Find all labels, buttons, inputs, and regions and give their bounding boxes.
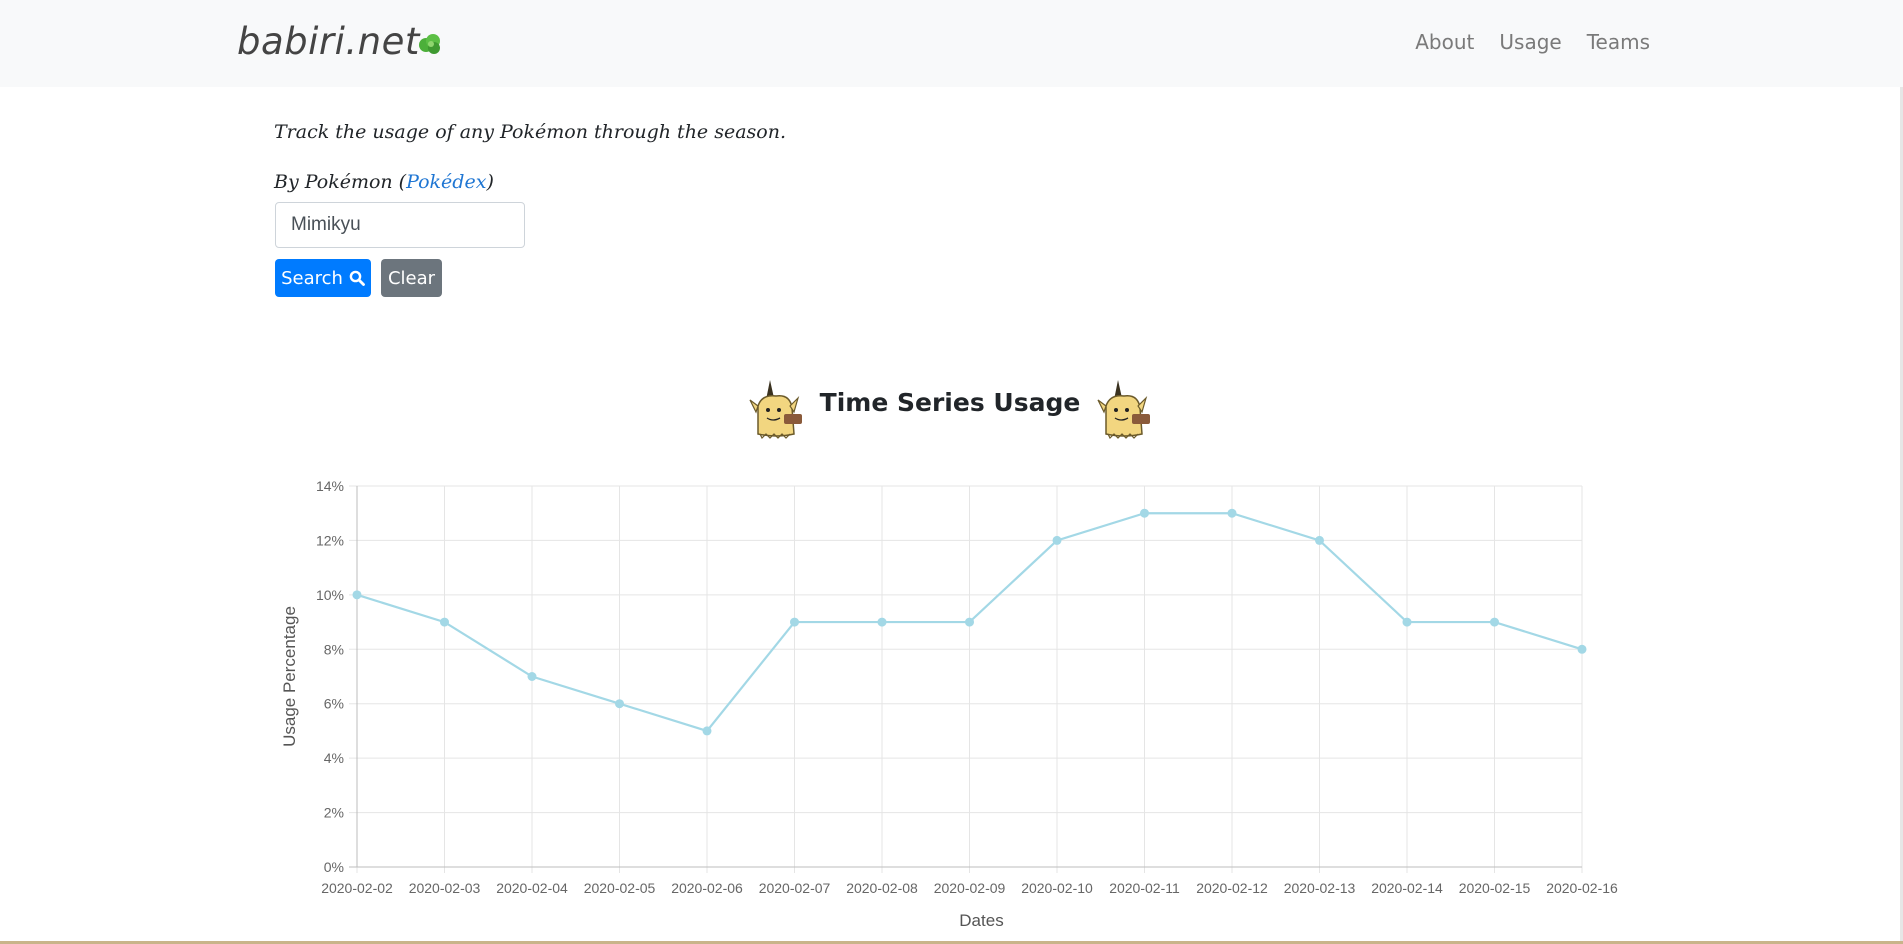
x-tick-label: 2020-02-02 [321, 880, 393, 896]
x-axis-title: Dates [959, 911, 1003, 930]
data-point [440, 617, 449, 627]
data-point [965, 617, 974, 627]
x-tick-label: 2020-02-06 [671, 880, 743, 896]
data-point [1490, 617, 1499, 627]
y-tick-label: 10% [316, 587, 344, 603]
x-tick-label: 2020-02-15 [1459, 880, 1531, 896]
x-tick-label: 2020-02-12 [1196, 880, 1268, 896]
x-tick-label: 2020-02-08 [846, 880, 918, 896]
data-point [1140, 508, 1149, 518]
x-tick-label: 2020-02-16 [1546, 880, 1618, 896]
x-tick-label: 2020-02-14 [1371, 880, 1443, 896]
x-tick-label: 2020-02-05 [584, 880, 656, 896]
data-point [1402, 617, 1412, 627]
y-tick-label: 6% [324, 696, 344, 712]
x-tick-label: 2020-02-04 [496, 880, 568, 896]
data-point [790, 617, 799, 627]
x-tick-label: 2020-02-11 [1109, 880, 1180, 896]
x-tick-label: 2020-02-07 [759, 880, 831, 896]
y-axis-title: Usage Percentage [280, 606, 299, 747]
data-point [352, 590, 362, 600]
y-tick-label: 14% [316, 478, 344, 494]
x-tick-label: 2020-02-10 [1021, 880, 1093, 896]
y-tick-label: 12% [316, 532, 344, 548]
data-point [615, 699, 624, 709]
y-tick-label: 4% [324, 750, 344, 766]
data-point [877, 617, 887, 627]
x-tick-label: 2020-02-13 [1284, 880, 1356, 896]
data-point [1577, 644, 1587, 654]
y-tick-label: 8% [324, 641, 344, 657]
y-tick-label: 0% [324, 859, 344, 875]
x-tick-label: 2020-02-09 [934, 880, 1006, 896]
usage-line-chart: 0% 2% 4% 6% 8% 10% 12% 14% 2020-02-02 2020-02-03 2… [280, 478, 1618, 930]
data-point [1227, 508, 1237, 518]
data-point [1315, 535, 1324, 545]
data-point [1052, 535, 1062, 545]
y-tick-label: 2% [324, 805, 344, 821]
data-point [702, 726, 712, 736]
data-point [527, 672, 537, 681]
x-tick-label: 2020-02-03 [409, 880, 481, 896]
